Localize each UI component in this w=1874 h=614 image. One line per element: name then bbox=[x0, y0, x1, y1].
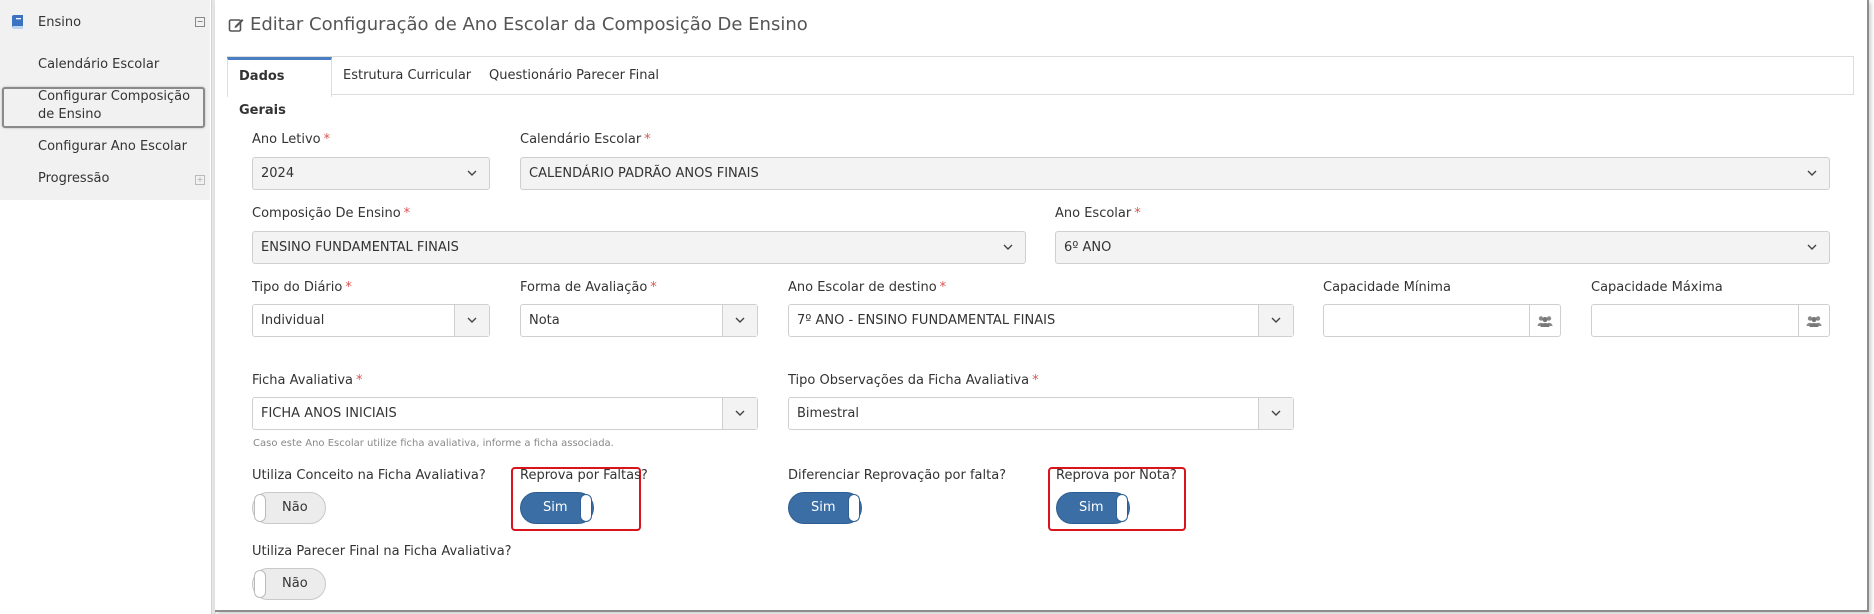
chevron-down-icon bbox=[1807, 170, 1817, 176]
toggle-state-label: Sim bbox=[811, 500, 836, 515]
tipo-observacoes-value: Bimestral bbox=[797, 406, 859, 421]
reprova-faltas-toggle[interactable]: Sim bbox=[520, 492, 594, 524]
label-calendario-escolar: Calendário Escolar * bbox=[520, 132, 651, 147]
label-forma-avaliacao: Forma de Avaliação * bbox=[520, 280, 657, 295]
forma-avaliacao-select[interactable]: Nota bbox=[520, 304, 758, 337]
sidebar-item-progressao[interactable]: Progressão bbox=[38, 170, 109, 188]
edit-icon bbox=[228, 18, 244, 32]
ficha-avaliativa-dropdown-toggle[interactable] bbox=[722, 398, 757, 429]
toggle-state-label: Sim bbox=[543, 500, 568, 515]
capacidade-maxima-input[interactable] bbox=[1592, 305, 1799, 336]
calendario-escolar-select[interactable]: CALENDÁRIO PADRÃO ANOS FINAIS bbox=[520, 157, 1830, 190]
composicao-ensino-value: ENSINO FUNDAMENTAL FINAIS bbox=[261, 240, 459, 255]
label-tipo-diario: Tipo do Diário * bbox=[252, 280, 352, 295]
toggle-knob bbox=[1116, 494, 1128, 522]
sidebar-item-configurar-ano[interactable]: Configurar Ano Escolar bbox=[38, 138, 187, 156]
users-icon bbox=[1529, 305, 1560, 336]
tipo-diario-dropdown-toggle[interactable] bbox=[454, 305, 489, 336]
toggle-knob bbox=[254, 570, 266, 598]
tab-dados-gerais[interactable]: Dados Gerais bbox=[227, 57, 332, 118]
label-composicao-ensino: Composição De Ensino * bbox=[252, 206, 411, 221]
toggle-state-label: Sim bbox=[1079, 500, 1104, 515]
page-title: Editar Configuração de Ano Escolar da Co… bbox=[228, 14, 808, 35]
chevron-down-icon bbox=[735, 410, 745, 416]
diferenciar-reprovacao-toggle[interactable]: Sim bbox=[788, 492, 862, 524]
sidebar-item-calendario[interactable]: Calendário Escolar bbox=[38, 56, 159, 74]
toggle-knob bbox=[580, 494, 592, 522]
chevron-down-icon bbox=[1807, 244, 1817, 250]
capacidade-maxima-group bbox=[1591, 304, 1830, 337]
chevron-down-icon bbox=[1271, 410, 1281, 416]
sidebar-section-ensino[interactable]: Ensino bbox=[10, 12, 81, 32]
calendario-escolar-value: CALENDÁRIO PADRÃO ANOS FINAIS bbox=[529, 166, 759, 181]
main-panel: Editar Configuração de Ano Escolar da Co… bbox=[215, 0, 1869, 612]
chevron-down-icon bbox=[735, 317, 745, 323]
page-title-text: Editar Configuração de Ano Escolar da Co… bbox=[250, 14, 808, 35]
label-utiliza-parecer: Utiliza Parecer Final na Ficha Avaliativ… bbox=[252, 544, 512, 559]
reprova-nota-toggle[interactable]: Sim bbox=[1056, 492, 1130, 524]
sidebar-section-label: Ensino bbox=[38, 14, 82, 30]
tab-questionario-parecer-final[interactable]: Questionário Parecer Final bbox=[478, 57, 670, 96]
forma-avaliacao-value: Nota bbox=[529, 313, 560, 328]
label-ano-letivo: Ano Letivo * bbox=[252, 132, 331, 147]
label-ficha-avaliativa: Ficha Avaliativa * bbox=[252, 373, 363, 388]
toggle-state-label: Não bbox=[282, 500, 308, 515]
label-reprova-nota: Reprova por Nota? bbox=[1056, 468, 1177, 483]
ficha-avaliativa-value: FICHA ANOS INICIAIS bbox=[261, 406, 397, 421]
users-icon bbox=[1798, 305, 1829, 336]
tipo-observacoes-select[interactable]: Bimestral bbox=[788, 397, 1294, 430]
toggle-knob bbox=[254, 494, 266, 522]
chevron-down-icon bbox=[467, 170, 477, 176]
capacidade-minima-input[interactable] bbox=[1324, 305, 1530, 336]
label-capacidade-minima: Capacidade Mínima bbox=[1323, 280, 1451, 295]
tipo-diario-select[interactable]: Individual bbox=[252, 304, 490, 337]
tab-bar: Dados Gerais Estrutura Curricular Questi… bbox=[227, 56, 1854, 118]
utiliza-parecer-toggle[interactable]: Não bbox=[252, 568, 326, 600]
ano-escolar-destino-dropdown-toggle[interactable] bbox=[1258, 305, 1293, 336]
label-tipo-observacoes: Tipo Observações da Ficha Avaliativa * bbox=[788, 373, 1039, 388]
chevron-down-icon bbox=[1271, 317, 1281, 323]
expand-icon[interactable]: + bbox=[195, 175, 205, 185]
label-utiliza-conceito: Utiliza Conceito na Ficha Avaliativa? bbox=[252, 468, 486, 483]
ficha-avaliativa-help: Caso este Ano Escolar utilize ficha aval… bbox=[253, 438, 614, 449]
label-capacidade-maxima: Capacidade Máxima bbox=[1591, 280, 1723, 295]
ficha-avaliativa-select[interactable]: FICHA ANOS INICIAIS bbox=[252, 397, 758, 430]
chevron-down-icon bbox=[467, 317, 477, 323]
ano-escolar-value: 6º ANO bbox=[1064, 240, 1112, 255]
ano-escolar-destino-select[interactable]: 7º ANO - ENSINO FUNDAMENTAL FINAIS bbox=[788, 304, 1294, 337]
toggle-state-label: Não bbox=[282, 576, 308, 591]
label-ano-escolar-destino: Ano Escolar de destino * bbox=[788, 280, 947, 295]
utiliza-conceito-toggle[interactable]: Não bbox=[252, 492, 326, 524]
sidebar: Ensino − Calendário Escolar Configurar C… bbox=[0, 0, 210, 200]
collapse-icon[interactable]: − bbox=[195, 17, 205, 27]
ano-escolar-destino-value: 7º ANO - ENSINO FUNDAMENTAL FINAIS bbox=[797, 313, 1056, 328]
capacidade-minima-group bbox=[1323, 304, 1561, 337]
ano-escolar-select[interactable]: 6º ANO bbox=[1055, 231, 1830, 264]
tipo-diario-value: Individual bbox=[261, 313, 325, 328]
ano-letivo-select[interactable]: 2024 bbox=[252, 157, 490, 190]
label-reprova-faltas: Reprova por Faltas? bbox=[520, 468, 648, 483]
book-icon bbox=[12, 15, 23, 30]
sidebar-item-configurar-composicao[interactable]: Configurar Composição de Ensino bbox=[38, 88, 208, 124]
label-ano-escolar: Ano Escolar * bbox=[1055, 206, 1141, 221]
composicao-ensino-select[interactable]: ENSINO FUNDAMENTAL FINAIS bbox=[252, 231, 1026, 264]
toggle-knob bbox=[848, 494, 860, 522]
chevron-down-icon bbox=[1003, 244, 1013, 250]
tipo-observacoes-dropdown-toggle[interactable] bbox=[1258, 398, 1293, 429]
tab-estrutura-curricular[interactable]: Estrutura Curricular bbox=[332, 57, 482, 96]
forma-avaliacao-dropdown-toggle[interactable] bbox=[722, 305, 757, 336]
label-diferenciar-reprovacao: Diferenciar Reprovação por falta? bbox=[788, 468, 1007, 483]
ano-letivo-value: 2024 bbox=[261, 166, 295, 181]
